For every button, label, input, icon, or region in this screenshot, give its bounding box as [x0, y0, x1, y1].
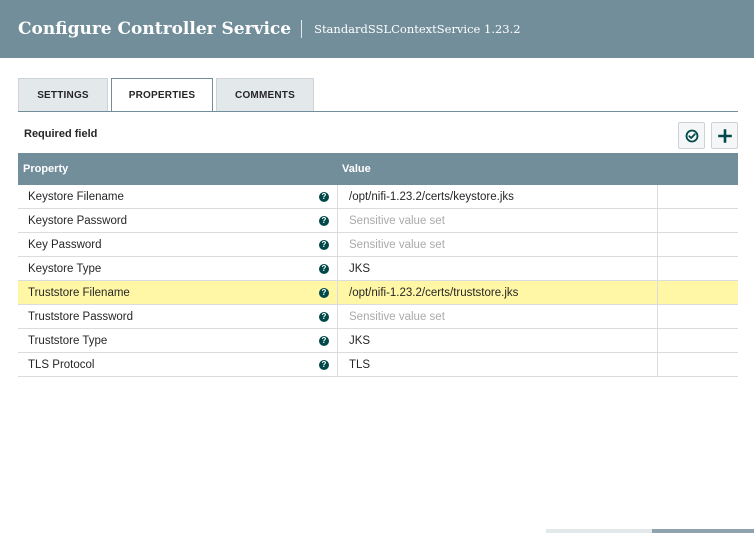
help-icon[interactable]: ? — [319, 287, 329, 298]
tab-properties[interactable]: PROPERTIES — [111, 78, 213, 112]
property-name-cell[interactable]: Truststore Password ? — [18, 305, 338, 328]
header-divider — [301, 20, 303, 38]
property-name: TLS Protocol — [28, 358, 95, 371]
table-row[interactable]: Truststore Type ? JKS — [18, 329, 738, 353]
property-name-cell[interactable]: TLS Protocol ? — [18, 353, 338, 376]
help-icon[interactable]: ? — [319, 239, 329, 250]
required-field-label: Required field — [24, 128, 98, 140]
property-name-cell[interactable]: Truststore Filename ? — [18, 281, 338, 304]
property-value-cell[interactable]: TLS — [338, 353, 658, 376]
tab-comments[interactable]: COMMENTS — [216, 78, 314, 111]
table-row[interactable]: Key Password ? Sensitive value set — [18, 233, 738, 257]
tab-settings[interactable]: SETTINGS — [18, 78, 108, 111]
row-actions-cell — [658, 233, 738, 256]
property-name: Keystore Filename — [28, 190, 124, 203]
table-row[interactable]: TLS Protocol ? TLS — [18, 353, 738, 377]
property-name: Keystore Type — [28, 262, 102, 275]
property-name-cell[interactable]: Keystore Filename ? — [18, 185, 338, 208]
row-actions-cell — [658, 257, 738, 280]
property-name: Truststore Filename — [28, 286, 130, 299]
property-value-cell[interactable]: Sensitive value set — [338, 209, 658, 232]
property-name-cell[interactable]: Keystore Password ? — [18, 209, 338, 232]
tab-bar: SETTINGS PROPERTIES COMMENTS — [18, 78, 314, 112]
properties-table: Property Value Keystore Filename ? /opt/… — [18, 153, 738, 377]
dialog-subtitle: StandardSSLContextService 1.23.2 — [314, 22, 521, 36]
row-actions-cell — [658, 329, 738, 352]
verify-properties-button[interactable] — [678, 122, 705, 149]
plus-icon — [717, 128, 732, 143]
property-name: Truststore Password — [28, 310, 134, 323]
horizontal-scrollbar-thumb[interactable] — [652, 529, 754, 533]
row-actions-cell — [658, 353, 738, 376]
help-icon[interactable]: ? — [319, 191, 329, 202]
table-header: Property Value — [18, 153, 738, 185]
help-icon[interactable]: ? — [319, 311, 329, 322]
property-value-cell[interactable]: Sensitive value set — [338, 305, 658, 328]
row-actions-cell — [658, 305, 738, 328]
property-name: Key Password — [28, 238, 102, 251]
column-header-value[interactable]: Value — [338, 163, 371, 175]
property-name-cell[interactable]: Truststore Type ? — [18, 329, 338, 352]
property-value-cell[interactable]: Sensitive value set — [338, 233, 658, 256]
column-header-property[interactable]: Property — [18, 163, 338, 175]
property-name: Keystore Password — [28, 214, 128, 227]
row-actions-cell — [658, 185, 738, 208]
property-value-cell[interactable]: /opt/nifi-1.23.2/certs/truststore.jks — [338, 281, 658, 304]
table-row[interactable]: Keystore Type ? JKS — [18, 257, 738, 281]
dialog-header: Configure Controller Service StandardSSL… — [0, 0, 754, 58]
row-actions-cell — [658, 209, 738, 232]
table-row[interactable]: Truststore Password ? Sensitive value se… — [18, 305, 738, 329]
property-name-cell[interactable]: Keystore Type ? — [18, 257, 338, 280]
property-value-cell[interactable]: /opt/nifi-1.23.2/certs/keystore.jks — [338, 185, 658, 208]
help-icon[interactable]: ? — [319, 335, 329, 346]
table-row[interactable]: Keystore Filename ? /opt/nifi-1.23.2/cer… — [18, 185, 738, 209]
help-icon[interactable]: ? — [319, 359, 329, 370]
check-circle-icon — [685, 129, 698, 142]
property-value-cell[interactable]: JKS — [338, 257, 658, 280]
row-actions-cell — [658, 281, 738, 304]
add-property-button[interactable] — [711, 122, 738, 149]
property-name: Truststore Type — [28, 334, 108, 347]
property-name-cell[interactable]: Key Password ? — [18, 233, 338, 256]
dialog-title: Configure Controller Service — [18, 19, 292, 39]
tab-underline — [18, 111, 738, 112]
help-icon[interactable]: ? — [319, 215, 329, 226]
table-row-selected[interactable]: Truststore Filename ? /opt/nifi-1.23.2/c… — [18, 281, 738, 305]
help-icon[interactable]: ? — [319, 263, 329, 274]
property-value-cell[interactable]: JKS — [338, 329, 658, 352]
table-row[interactable]: Keystore Password ? Sensitive value set — [18, 209, 738, 233]
